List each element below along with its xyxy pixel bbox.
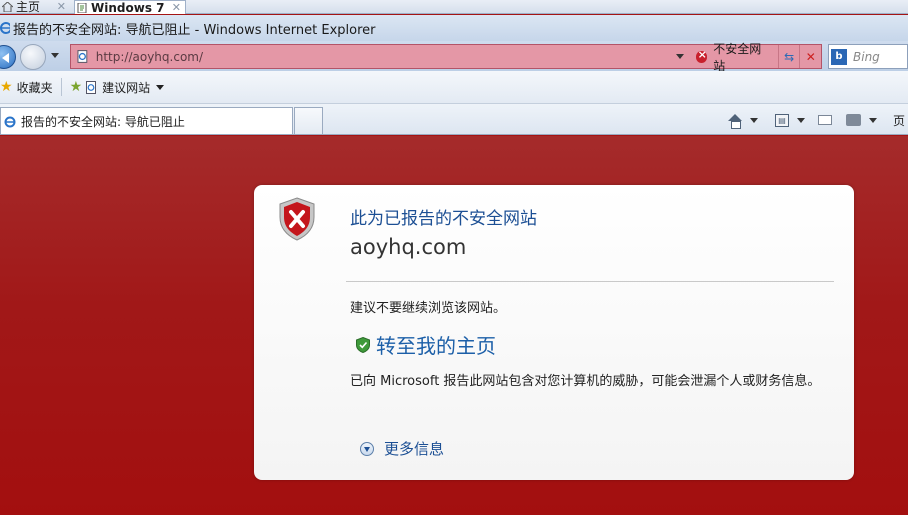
stop-icon[interactable]: ✕ — [799, 45, 821, 68]
search-box[interactable]: b Bing — [828, 44, 908, 69]
page-icon — [77, 2, 87, 13]
advice-text: 建议不要继续浏览该网站。 — [350, 301, 507, 316]
back-icon[interactable] — [0, 45, 16, 69]
close-tab-icon[interactable]: ✕ — [172, 1, 181, 14]
chevron-down-icon[interactable] — [869, 117, 877, 123]
security-status-label: 不安全网站 — [713, 41, 762, 73]
expand-icon — [360, 441, 374, 456]
red-shield-icon — [279, 197, 315, 241]
chevron-down-icon — [156, 84, 165, 90]
page-menu[interactable]: 页 — [893, 111, 905, 129]
bing-icon: b — [831, 48, 847, 65]
suggested-sites-button[interactable]: 建议网站 — [86, 79, 165, 96]
suggested-sites-label: 建议网站 — [102, 80, 151, 95]
warning-card: 此为已报告的不安全网站 aoyhq.com 建议不要继续浏览该网站。 转至我的主… — [254, 185, 854, 480]
page-icon — [77, 50, 88, 63]
star-icon: ★ — [0, 79, 13, 95]
security-status[interactable]: 不安全网站 — [695, 42, 778, 73]
add-favorite-icon[interactable]: ★ — [70, 79, 83, 95]
home-icon — [728, 113, 742, 129]
mail-button[interactable] — [818, 111, 832, 129]
page-icon — [86, 80, 97, 94]
separator — [60, 78, 62, 96]
mail-icon — [818, 115, 832, 125]
more-info-link[interactable]: 更多信息 — [360, 438, 444, 459]
chevron-down-icon[interactable] — [750, 117, 758, 123]
ie-logo-icon — [0, 22, 10, 34]
refresh-icon[interactable]: ⇆ — [777, 45, 800, 68]
host-tab-label: Windows 7 — [91, 0, 165, 15]
forward-icon[interactable] — [20, 44, 46, 70]
chevron-down-icon[interactable] — [797, 117, 805, 123]
host-tab-strip: 主页 ✕ Windows 7 ✕ — [0, 0, 908, 14]
history-dropdown-icon[interactable] — [51, 53, 59, 58]
tab-label: 报告的不安全网站: 导航已阻止 — [21, 114, 185, 129]
home-button[interactable] — [728, 111, 758, 129]
threat-description: 已向 Microsoft 报告此网站包含对您计算机的威胁，可能会泄漏个人或财务信… — [350, 374, 821, 389]
warning-heading: 此为已报告的不安全网站 — [350, 209, 537, 229]
more-info-label: 更多信息 — [384, 440, 445, 458]
close-tab-icon[interactable]: ✕ — [57, 1, 66, 13]
address-toolbar: http://aoyhq.com/ 不安全网站 ⇆ ✕ b Bing — [0, 41, 908, 73]
go-home-link[interactable]: 转至我的主页 — [356, 330, 496, 359]
favorites-bar: ★ 收藏夹 ★ 建议网站 — [0, 71, 908, 104]
host-tab-windows7[interactable]: Windows 7 ✕ — [74, 0, 186, 14]
divider — [346, 281, 834, 282]
unsafe-shield-icon — [695, 48, 708, 63]
search-input[interactable]: Bing — [853, 50, 880, 64]
print-icon — [846, 114, 861, 126]
host-tab-home[interactable]: 主页 ✕ — [0, 0, 70, 14]
browser-tab-active[interactable]: 报告的不安全网站: 导航已阻止 — [0, 107, 293, 134]
host-tab-label: 主页 — [16, 0, 41, 14]
address-input[interactable]: http://aoyhq.com/ — [96, 50, 654, 64]
print-button[interactable] — [846, 111, 877, 129]
home-icon — [2, 2, 13, 12]
feeds-button[interactable]: ▤ — [775, 111, 805, 129]
go-home-label: 转至我的主页 — [376, 334, 496, 358]
blocked-domain: aoyhq.com — [350, 235, 467, 259]
window-title: 报告的不安全网站: 导航已阻止 - Windows Internet Explo… — [13, 22, 376, 38]
new-tab-button[interactable] — [294, 107, 323, 134]
address-dropdown-icon[interactable] — [675, 54, 684, 59]
feeds-icon: ▤ — [775, 113, 789, 127]
blocked-page: 此为已报告的不安全网站 aoyhq.com 建议不要继续浏览该网站。 转至我的主… — [0, 136, 908, 515]
tab-row: 报告的不安全网站: 导航已阻止 ▤ 页 — [0, 104, 908, 135]
ie-logo-icon — [4, 116, 16, 127]
address-bar[interactable]: http://aoyhq.com/ 不安全网站 ⇆ ✕ — [70, 42, 822, 73]
favorites-button[interactable]: 收藏夹 — [17, 79, 53, 96]
green-shield-icon — [356, 336, 370, 353]
page-menu-label: 页 — [893, 113, 906, 128]
window-title-bar: 报告的不安全网站: 导航已阻止 - Windows Internet Explo… — [0, 15, 908, 41]
